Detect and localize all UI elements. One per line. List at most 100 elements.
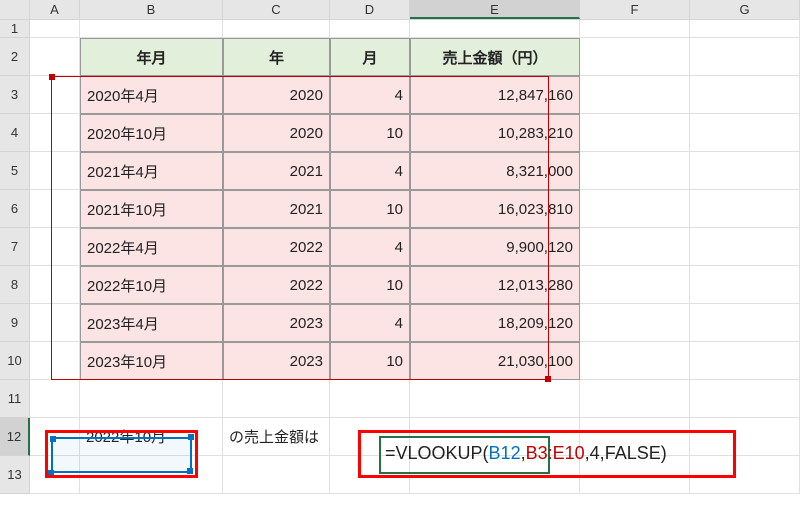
table-cell-ym[interactable]: 2020年10月 (80, 114, 223, 152)
row-header-7[interactable]: 7 (0, 228, 30, 266)
table-cell-ym[interactable]: 2023年4月 (80, 304, 223, 342)
cell-G4[interactable] (690, 114, 800, 152)
cell-C1[interactable] (223, 20, 330, 38)
cell-A1[interactable] (30, 20, 80, 38)
header-yearmonth[interactable]: 年月 (80, 38, 223, 76)
table-cell-month[interactable]: 10 (330, 266, 410, 304)
table-cell-amount[interactable]: 18,209,120 (410, 304, 580, 342)
cell-A7[interactable] (30, 228, 80, 266)
table-cell-ym[interactable]: 2021年4月 (80, 152, 223, 190)
cell-F2[interactable] (580, 38, 690, 76)
table-cell-ym[interactable]: 2020年4月 (80, 76, 223, 114)
col-header-F[interactable]: F (580, 0, 690, 19)
table-cell-year[interactable]: 2021 (223, 190, 330, 228)
table-cell-amount[interactable]: 12,013,280 (410, 266, 580, 304)
row-header-8[interactable]: 8 (0, 266, 30, 304)
cell-G3[interactable] (690, 76, 800, 114)
cell-C13[interactable] (223, 456, 330, 494)
cell-G6[interactable] (690, 190, 800, 228)
row-header-6[interactable]: 6 (0, 190, 30, 228)
table-cell-year[interactable]: 2020 (223, 76, 330, 114)
table-cell-month[interactable]: 4 (330, 228, 410, 266)
cell-A13[interactable] (30, 456, 80, 494)
table-cell-amount[interactable]: 8,321,000 (410, 152, 580, 190)
cell-E11[interactable] (410, 380, 580, 418)
col-header-E[interactable]: E (410, 0, 580, 19)
col-header-A[interactable]: A (30, 0, 80, 19)
header-year[interactable]: 年 (223, 38, 330, 76)
cell-A4[interactable] (30, 114, 80, 152)
row-header-5[interactable]: 5 (0, 152, 30, 190)
col-header-D[interactable]: D (330, 0, 410, 19)
cell-G1[interactable] (690, 20, 800, 38)
table-cell-year[interactable]: 2020 (223, 114, 330, 152)
cell-A5[interactable] (30, 152, 80, 190)
table-cell-month[interactable]: 4 (330, 304, 410, 342)
row-header-12[interactable]: 12 (0, 418, 30, 456)
cell-G9[interactable] (690, 304, 800, 342)
table-cell-amount[interactable]: 16,023,810 (410, 190, 580, 228)
table-cell-ym[interactable]: 2022年10月 (80, 266, 223, 304)
lookup-value-cell[interactable]: 2022年10月 (80, 418, 223, 456)
table-cell-month[interactable]: 4 (330, 152, 410, 190)
table-cell-ym[interactable]: 2022年4月 (80, 228, 223, 266)
cell-D11[interactable] (330, 380, 410, 418)
cell-B11[interactable] (80, 380, 223, 418)
table-cell-year[interactable]: 2021 (223, 152, 330, 190)
cell-B13[interactable] (80, 456, 223, 494)
row-header-10[interactable]: 10 (0, 342, 30, 380)
row-header-2[interactable]: 2 (0, 38, 30, 76)
row-header-11[interactable]: 11 (0, 380, 30, 418)
cell-F8[interactable] (580, 266, 690, 304)
col-header-C[interactable]: C (223, 0, 330, 19)
cell-F1[interactable] (580, 20, 690, 38)
table-cell-amount[interactable]: 10,283,210 (410, 114, 580, 152)
table-cell-amount[interactable]: 21,030,100 (410, 342, 580, 380)
cell-A9[interactable] (30, 304, 80, 342)
header-month[interactable]: 月 (330, 38, 410, 76)
cell-D1[interactable] (330, 20, 410, 38)
cell-A11[interactable] (30, 380, 80, 418)
table-cell-year[interactable]: 2023 (223, 304, 330, 342)
row-header-9[interactable]: 9 (0, 304, 30, 342)
cell-G5[interactable] (690, 152, 800, 190)
cell-F6[interactable] (580, 190, 690, 228)
cell-G13[interactable] (690, 456, 800, 494)
table-cell-month[interactable]: 10 (330, 190, 410, 228)
cell-G8[interactable] (690, 266, 800, 304)
cell-F9[interactable] (580, 304, 690, 342)
cell-C11[interactable] (223, 380, 330, 418)
cell-F3[interactable] (580, 76, 690, 114)
cell-A8[interactable] (30, 266, 80, 304)
cell-F10[interactable] (580, 342, 690, 380)
cell-G7[interactable] (690, 228, 800, 266)
cell-G11[interactable] (690, 380, 800, 418)
table-cell-ym[interactable]: 2023年10月 (80, 342, 223, 380)
row-header-1[interactable]: 1 (0, 20, 30, 38)
cell-F7[interactable] (580, 228, 690, 266)
col-header-B[interactable]: B (80, 0, 223, 19)
table-cell-month[interactable]: 10 (330, 114, 410, 152)
formula-editing-overlay[interactable]: =VLOOKUP(B12,B3:E10,4,FALSE) (385, 443, 667, 464)
cell-G12[interactable] (690, 418, 800, 456)
cell-F5[interactable] (580, 152, 690, 190)
table-cell-year[interactable]: 2022 (223, 266, 330, 304)
lookup-label-cell[interactable]: の売上金額は (223, 418, 330, 456)
cell-F4[interactable] (580, 114, 690, 152)
row-header-4[interactable]: 4 (0, 114, 30, 152)
table-cell-amount[interactable]: 12,847,160 (410, 76, 580, 114)
table-cell-year[interactable]: 2022 (223, 228, 330, 266)
table-cell-month[interactable]: 10 (330, 342, 410, 380)
row-header-13[interactable]: 13 (0, 456, 30, 494)
cell-A2[interactable] (30, 38, 80, 76)
cell-A3[interactable] (30, 76, 80, 114)
col-header-G[interactable]: G (690, 0, 800, 19)
select-all-corner[interactable] (0, 0, 30, 19)
cell-A6[interactable] (30, 190, 80, 228)
row-header-3[interactable]: 3 (0, 76, 30, 114)
cell-G10[interactable] (690, 342, 800, 380)
table-cell-month[interactable]: 4 (330, 76, 410, 114)
table-cell-year[interactable]: 2023 (223, 342, 330, 380)
cell-G2[interactable] (690, 38, 800, 76)
header-amount[interactable]: 売上金額（円） (410, 38, 580, 76)
